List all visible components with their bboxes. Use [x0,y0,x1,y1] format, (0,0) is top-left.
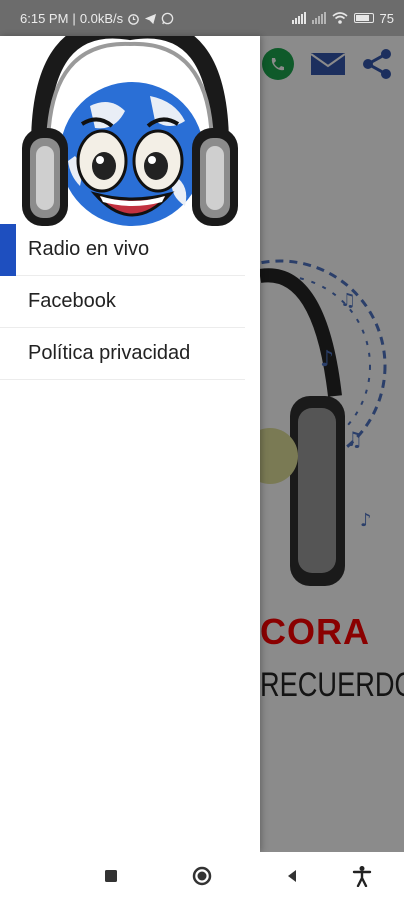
menu-item-politica-privacidad[interactable]: Política privacidad [0,328,245,380]
svg-text:♪: ♪ [320,347,334,372]
active-indicator [0,224,16,276]
whatsapp-icon [161,12,174,24]
menu-item-label: Política privacidad [28,342,191,364]
status-time: 6:15 PM [20,10,69,26]
background-app: ♪ ♫ ♪ ♫ CORA RECUERDO [260,36,404,852]
recents-button[interactable] [99,864,123,888]
drawer-menu: Radio en vivo Facebook Política privacid… [0,224,245,380]
share-icon [363,49,391,79]
background-toolbar [260,36,404,92]
menu-item-label: Facebook [28,290,116,312]
mail-icon [310,53,346,75]
menu-item-facebook[interactable]: Facebook [0,276,245,328]
wifi-icon [332,11,348,24]
back-triangle-icon [288,870,296,882]
status-network-speed: 0.0kB/s [79,10,124,26]
circle-icon [192,866,212,886]
battery-percent: 75 [379,10,394,26]
signal-icon [291,12,306,24]
alarm-icon [128,13,140,25]
svg-text:♫: ♫ [345,427,363,451]
svg-text:♫: ♫ [340,290,356,311]
menu-item-label: Radio en vivo [28,238,150,260]
accessibility-button[interactable] [350,864,374,888]
accessibility-icon [352,866,372,887]
signal-2-icon [311,12,326,24]
square-icon [105,870,117,882]
status-separator: | [72,10,76,26]
telegram-icon [145,13,157,24]
drawer-header [0,20,260,226]
banner-text-red: CORA [260,611,370,652]
headphones-art: ♪ ♫ ♪ ♫ [260,259,387,586]
back-button[interactable] [280,864,304,888]
banner-text-dark: RECUERDO [260,666,404,704]
system-nav-bar [0,852,404,900]
whatsapp-icon [262,48,294,80]
home-button[interactable] [190,864,214,888]
svg-text:♪: ♪ [360,510,372,531]
battery-icon [353,13,374,23]
globe-headphones-logo [22,20,238,226]
status-bar: 6:15 PM | 0.0kB/s 75 [0,0,404,36]
navigation-drawer: Radio en vivo Facebook Política privacid… [0,20,260,852]
menu-item-radio-en-vivo[interactable]: Radio en vivo [0,224,245,276]
